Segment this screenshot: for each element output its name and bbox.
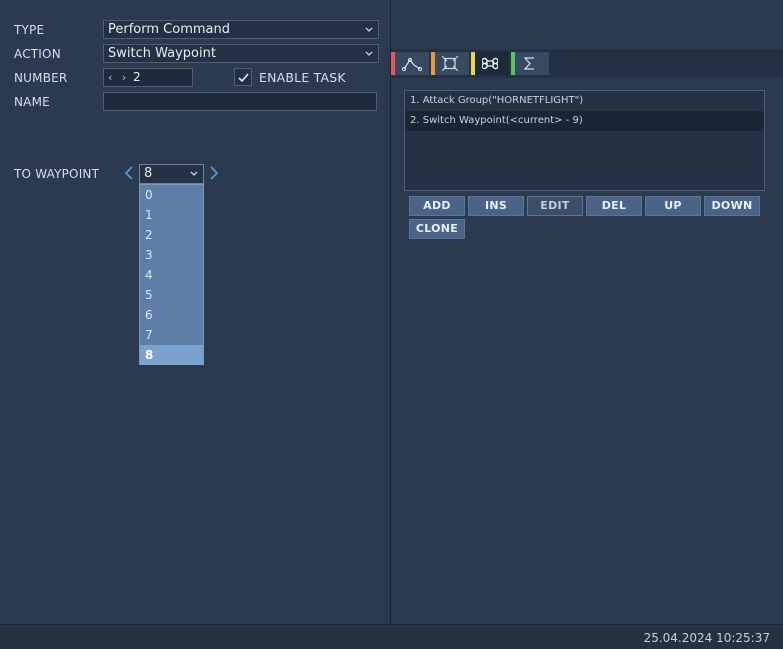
name-input[interactable]	[103, 92, 377, 111]
tab-color-stripe	[471, 52, 475, 75]
name-label: NAME	[14, 95, 50, 109]
move-down-button[interactable]: DOWN	[704, 196, 760, 216]
chevron-right-icon[interactable]	[208, 165, 220, 181]
type-dropdown[interactable]: Perform Command	[103, 20, 379, 39]
waypoint-option[interactable]: 5	[140, 285, 203, 305]
route-icon	[402, 57, 422, 71]
action-label: ACTION	[14, 47, 61, 61]
waypoint-option[interactable]: 3	[140, 245, 203, 265]
delete-button[interactable]: DEL	[586, 196, 642, 216]
number-value: 2	[133, 70, 141, 84]
waypoint-dropdown[interactable]: 8	[139, 164, 204, 184]
waypoint-options-list: 0 1 2 3 4 5 6 7 8	[139, 184, 204, 365]
mission-editor-window: TYPE Perform Command ACTION Switch Waypo…	[0, 0, 783, 649]
number-label: NUMBER	[14, 71, 68, 85]
task-list-panel: 1. Attack Group("HORNETFLIGHT") 2. Switc…	[391, 0, 783, 624]
type-value: Perform Command	[108, 22, 230, 37]
stepper-arrows-icon[interactable]: ‹ ›	[108, 69, 129, 86]
action-dropdown[interactable]: Switch Waypoint	[103, 44, 379, 63]
panel-header-strip	[391, 0, 783, 49]
task-list-item[interactable]: 1. Attack Group("HORNETFLIGHT")	[405, 91, 764, 111]
waypoint-selected-value: 8	[144, 166, 153, 181]
checkmark-icon	[238, 73, 249, 83]
tab-route[interactable]	[391, 52, 429, 75]
sigma-icon	[523, 57, 534, 70]
add-button[interactable]: ADD	[409, 196, 465, 216]
chevron-left-icon[interactable]	[123, 165, 135, 181]
tab-command[interactable]	[471, 52, 509, 75]
tab-sigma[interactable]	[511, 52, 549, 75]
type-label: TYPE	[14, 23, 45, 37]
chevron-down-icon	[365, 27, 373, 32]
waypoint-option[interactable]: 2	[140, 225, 203, 245]
task-properties-panel: TYPE Perform Command ACTION Switch Waypo…	[0, 0, 391, 624]
chevron-down-icon	[190, 171, 198, 176]
waypoint-option[interactable]: 1	[140, 205, 203, 225]
clone-button[interactable]: CLONE	[409, 219, 465, 239]
task-category-tabs	[391, 49, 783, 78]
tab-color-stripe	[391, 52, 395, 75]
waypoint-option[interactable]: 7	[140, 325, 203, 345]
waypoint-option[interactable]: 6	[140, 305, 203, 325]
chevron-down-icon	[365, 51, 373, 56]
tab-color-stripe	[431, 52, 435, 75]
to-waypoint-label: TO WAYPOINT	[14, 167, 100, 181]
waypoint-option-selected[interactable]: 8	[140, 345, 203, 365]
action-value: Switch Waypoint	[108, 46, 216, 61]
status-datetime: 25.04.2024 10:25:37	[643, 631, 770, 645]
move-up-button[interactable]: UP	[645, 196, 701, 216]
number-stepper[interactable]: ‹ › 2	[103, 68, 193, 87]
enable-task-label: ENABLE TASK	[259, 70, 346, 85]
enable-task-checkbox[interactable]	[234, 68, 252, 86]
tab-color-stripe	[511, 52, 515, 75]
task-list-item-selected[interactable]: 2. Switch Waypoint(<current> - 9)	[405, 111, 764, 131]
target-icon	[442, 56, 458, 71]
tab-target[interactable]	[431, 52, 469, 75]
insert-button[interactable]: INS	[468, 196, 524, 216]
waypoint-option[interactable]: 0	[140, 185, 203, 205]
edit-button[interactable]: EDIT	[527, 196, 583, 216]
task-list: 1. Attack Group("HORNETFLIGHT") 2. Switc…	[404, 90, 765, 191]
waypoint-option[interactable]: 4	[140, 265, 203, 285]
status-bar: 25.04.2024 10:25:37	[0, 624, 783, 649]
command-icon	[482, 57, 498, 70]
